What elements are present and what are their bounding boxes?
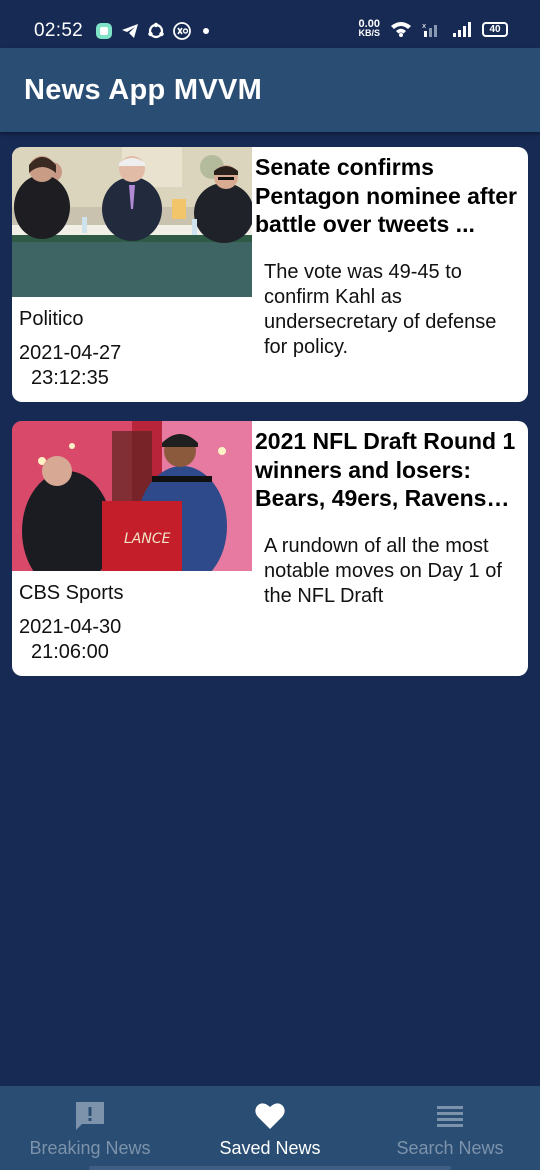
signal-icon	[453, 22, 471, 37]
article-source: Politico	[19, 308, 84, 330]
article-source: CBS Sports	[19, 582, 124, 604]
more-notifications-dot	[203, 28, 209, 34]
status-time: 02:52	[34, 20, 84, 41]
chat-app-icon	[96, 23, 112, 39]
nav-label-search-news: Search News	[396, 1138, 504, 1158]
wifi-icon	[391, 22, 411, 37]
nav-item-breaking-news[interactable]: Breaking News	[0, 1086, 180, 1170]
heart-icon	[255, 1103, 285, 1129]
nav-label-breaking-news: Breaking News	[29, 1138, 151, 1158]
list-icon	[437, 1106, 463, 1127]
article-image: LANCE	[12, 421, 252, 571]
article-title: 2021 NFL Draft Round 1 winners and loser…	[255, 428, 516, 511]
app-bar: News App MVVM	[0, 48, 540, 132]
xe-icon	[173, 22, 191, 40]
sync-icon	[148, 22, 164, 39]
feedback-icon	[76, 1102, 104, 1130]
article-image	[12, 147, 252, 297]
article-card[interactable]: Senate confirms Pentagon nominee after b…	[12, 147, 528, 402]
svg-text:x: x	[422, 22, 426, 30]
telegram-icon	[122, 24, 138, 38]
network-speed-unit: KB/S	[358, 28, 380, 38]
article-title: Senate confirms Pentagon nominee after b…	[255, 154, 517, 237]
nav-item-saved-news[interactable]: Saved News	[180, 1086, 360, 1170]
network-speed: 0.00 KB/S	[358, 19, 380, 38]
article-published-at: 2021-04-30 21:06:00	[19, 615, 121, 665]
article-description: The vote was 49-45 to confirm Kahl as un…	[264, 261, 497, 358]
battery-icon: 40	[482, 21, 508, 37]
signal-weak-icon: x	[422, 22, 437, 37]
article-description: A rundown of all the most notable moves …	[264, 535, 502, 607]
app-title: News App MVVM	[24, 74, 263, 106]
nav-label-saved-news: Saved News	[219, 1138, 321, 1158]
gesture-handle[interactable]	[89, 1166, 451, 1170]
article-date: 2021-04-30	[19, 616, 122, 638]
notification-icons	[95, 22, 209, 40]
system-icons: 0.00 KB/S x 40	[358, 19, 508, 38]
svg-text:LANCE: LANCE	[124, 531, 171, 547]
saved-news-list[interactable]: Senate confirms Pentagon nominee after b…	[12, 147, 528, 695]
article-card[interactable]: LANCE 2021 NFL Draft Round 1 winners and…	[12, 421, 528, 676]
article-time: 23:12:35	[31, 367, 109, 389]
article-published-at: 2021-04-27 23:12:35	[19, 341, 121, 391]
status-bar: 02:52 0.00 KB/S x 40	[0, 0, 540, 48]
nav-item-search-news[interactable]: Search News	[360, 1086, 540, 1170]
article-date: 2021-04-27	[19, 342, 122, 364]
article-time: 21:06:00	[31, 641, 109, 663]
bottom-navigation: Breaking News Saved News Search News	[0, 1086, 540, 1170]
